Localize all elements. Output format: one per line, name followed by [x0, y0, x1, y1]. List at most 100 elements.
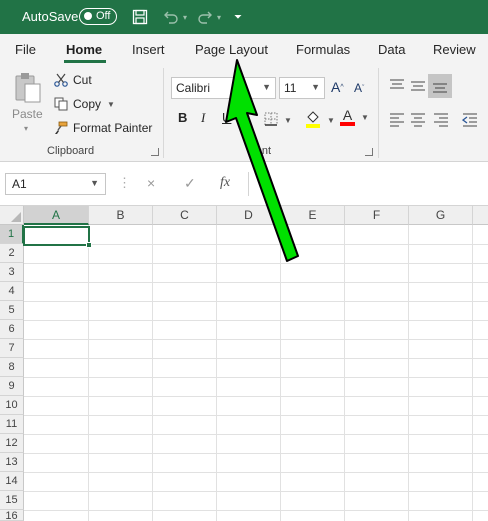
font-size-combobox[interactable]: 11 ▼: [279, 77, 325, 99]
tab-review[interactable]: Review: [433, 42, 476, 57]
column-header[interactable]: E: [281, 206, 345, 225]
clipboard-dialog-launcher[interactable]: [151, 148, 159, 156]
middle-align-button[interactable]: [410, 78, 426, 94]
italic-button[interactable]: I: [201, 110, 205, 126]
font-color-button[interactable]: A ▼: [340, 108, 369, 126]
undo-icon[interactable]: [161, 7, 181, 27]
grow-font-icon: A: [331, 79, 341, 95]
ribbon: Paste ▾ Cut Copy ▼ Format Painter Clipbo…: [0, 64, 488, 162]
row-header[interactable]: 2: [0, 244, 24, 263]
shrink-font-button[interactable]: Aˇ: [354, 81, 364, 95]
cut-button[interactable]: Cut: [53, 72, 92, 88]
tab-page-layout[interactable]: Page Layout: [195, 42, 268, 57]
row-header[interactable]: 8: [0, 358, 24, 377]
column-header[interactable]: C: [153, 206, 217, 225]
active-cell-a1[interactable]: [23, 226, 90, 246]
gridline: [24, 434, 488, 435]
enter-icon[interactable]: ✓: [184, 175, 196, 192]
row-header[interactable]: 5: [0, 301, 24, 320]
column-header[interactable]: B: [89, 206, 153, 225]
align-center-button[interactable]: [410, 112, 426, 128]
bottom-align-button[interactable]: [428, 74, 452, 98]
fill-color-dropdown-icon[interactable]: ▼: [327, 116, 335, 125]
scissors-icon: [53, 72, 69, 88]
column-header[interactable]: G: [409, 206, 473, 225]
gridline: [216, 225, 217, 521]
row-header[interactable]: 6: [0, 320, 24, 339]
column-header[interactable]: A: [24, 206, 89, 225]
row-header[interactable]: 11: [0, 415, 24, 434]
select-all-button[interactable]: [0, 206, 24, 225]
paste-dropdown-icon[interactable]: ▾: [24, 124, 28, 133]
row-header[interactable]: 10: [0, 396, 24, 415]
fill-handle[interactable]: [86, 242, 92, 248]
font-name-dropdown-icon[interactable]: ▼: [262, 82, 271, 92]
decrease-indent-button[interactable]: [462, 112, 478, 128]
row-header[interactable]: 1: [0, 225, 24, 244]
active-tab-indicator: [64, 60, 106, 63]
copy-button[interactable]: Copy ▼: [53, 96, 115, 112]
borders-icon: [264, 112, 278, 129]
row-header[interactable]: 3: [0, 263, 24, 282]
group-separator: [163, 68, 164, 158]
redo-dropdown-icon[interactable]: ▾: [215, 7, 223, 27]
save-icon[interactable]: [131, 7, 149, 27]
gridline: [24, 491, 488, 492]
font-color-icon: A: [340, 108, 355, 126]
align-right-button[interactable]: [433, 112, 449, 128]
formula-input[interactable]: [248, 172, 488, 196]
autosave-state: Off: [96, 10, 111, 22]
column-header[interactable]: F: [345, 206, 409, 225]
row-header[interactable]: 12: [0, 434, 24, 453]
row-header[interactable]: 9: [0, 377, 24, 396]
column-header[interactable]: [473, 206, 488, 225]
bold-icon: B: [178, 110, 188, 125]
top-align-button[interactable]: [389, 78, 405, 94]
gridline: [24, 320, 488, 321]
font-name-combobox[interactable]: Calibri ▼: [171, 77, 276, 99]
font-size-dropdown-icon[interactable]: ▼: [311, 82, 320, 92]
autosave-toggle[interactable]: Off: [79, 8, 117, 25]
tab-data[interactable]: Data: [378, 42, 405, 57]
row-header[interactable]: 7: [0, 339, 24, 358]
name-box-dropdown-icon[interactable]: ▼: [90, 178, 99, 188]
font-name-value: Calibri: [176, 81, 211, 95]
bold-button[interactable]: B: [178, 110, 187, 125]
redo-icon[interactable]: [195, 7, 215, 27]
row-header[interactable]: 13: [0, 453, 24, 472]
gridline: [24, 244, 488, 245]
row-header[interactable]: 4: [0, 282, 24, 301]
cancel-icon[interactable]: ×: [147, 175, 155, 191]
tab-home[interactable]: Home: [66, 42, 102, 57]
borders-button[interactable]: ▼: [264, 112, 292, 129]
row-header[interactable]: 16: [0, 510, 24, 521]
gridline: [24, 339, 488, 340]
row-header[interactable]: 15: [0, 491, 24, 510]
middle-align-icon: [411, 81, 425, 91]
gridline: [152, 225, 153, 521]
tab-insert[interactable]: Insert: [132, 42, 165, 57]
title-bar: AutoSave Off ▾ ▾ ⏷: [0, 0, 488, 34]
name-box[interactable]: A1 ▼: [5, 173, 106, 195]
fill-color-button[interactable]: ▼: [305, 110, 335, 131]
font-dialog-launcher[interactable]: [365, 148, 373, 156]
toggle-knob: [84, 12, 92, 20]
borders-dropdown-icon[interactable]: ▼: [284, 116, 292, 125]
undo-dropdown-icon[interactable]: ▾: [181, 7, 189, 27]
underline-button[interactable]: U: [222, 110, 231, 125]
decrease-indent-icon: [462, 113, 477, 127]
gridline: [24, 377, 488, 378]
worksheet-grid[interactable]: A B C D E F G 1 2 3 4 5 6 7 8 9 10 11 12…: [0, 206, 488, 521]
column-header[interactable]: D: [217, 206, 281, 225]
align-left-button[interactable]: [389, 112, 405, 128]
customize-toolbar-icon[interactable]: ⏷: [232, 7, 244, 27]
grow-font-button[interactable]: A ^: [331, 79, 344, 95]
tab-file[interactable]: File: [15, 42, 36, 57]
insert-function-icon[interactable]: fx: [220, 175, 230, 191]
row-header[interactable]: 14: [0, 472, 24, 491]
copy-dropdown-icon[interactable]: ▼: [107, 100, 115, 109]
format-painter-button[interactable]: Format Painter: [53, 120, 152, 136]
tab-formulas[interactable]: Formulas: [296, 42, 350, 57]
font-color-dropdown-icon[interactable]: ▼: [361, 113, 369, 122]
paste-button[interactable]: Paste: [12, 72, 43, 121]
